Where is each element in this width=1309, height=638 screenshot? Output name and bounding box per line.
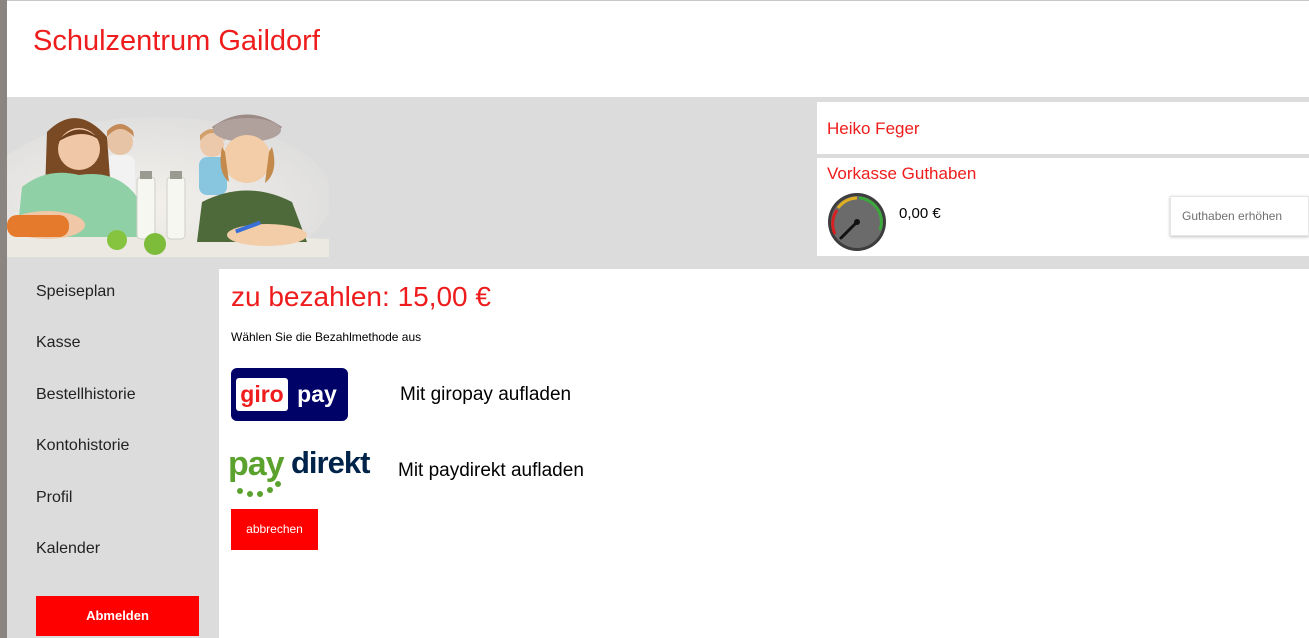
logout-button[interactable]: Abmelden [36,596,199,636]
giropay-logo-text-a: giro [240,381,283,407]
giropay-logo[interactable]: giro pay [231,368,348,421]
giropay-logo-text-b: pay [297,381,337,407]
gauge-icon [828,193,886,251]
nav-item-profil[interactable]: Profil [36,489,72,507]
amount-due-title: zu bezahlen: 15,00 € [231,281,491,312]
paydirekt-logo-text-b: direkt [291,445,370,480]
window-left-edge [0,0,7,638]
paydirekt-logo[interactable]: pay direkt [228,443,390,501]
giropay-option[interactable]: Mit giropay aufladen [400,384,571,406]
nav-item-kalender[interactable]: Kalender [36,540,100,558]
paydirekt-logo-text-a: pay [228,445,285,483]
increase-balance-button[interactable]: Guthaben erhöhen [1170,196,1309,236]
top-divider [7,0,1309,1]
balance-title: Vorkasse Guthaben [827,164,977,183]
nav-item-kasse[interactable]: Kasse [36,334,80,352]
cancel-button[interactable]: abbrechen [231,509,318,550]
children-hero-image [7,97,329,257]
user-name: Heiko Feger [827,119,920,138]
nav-item-bestellhistorie[interactable]: Bestellhistorie [36,386,136,404]
payment-method-hint: Wählen Sie die Bezahlmethode aus [231,330,422,344]
nav-item-kontohistorie[interactable]: Kontohistorie [36,437,129,455]
balance-amount: 0,00 € [899,205,941,222]
paydirekt-option[interactable]: Mit paydirekt aufladen [398,460,584,482]
nav-item-speiseplan[interactable]: Speiseplan [36,283,115,301]
site-title: Schulzentrum Gaildorf [33,25,320,57]
